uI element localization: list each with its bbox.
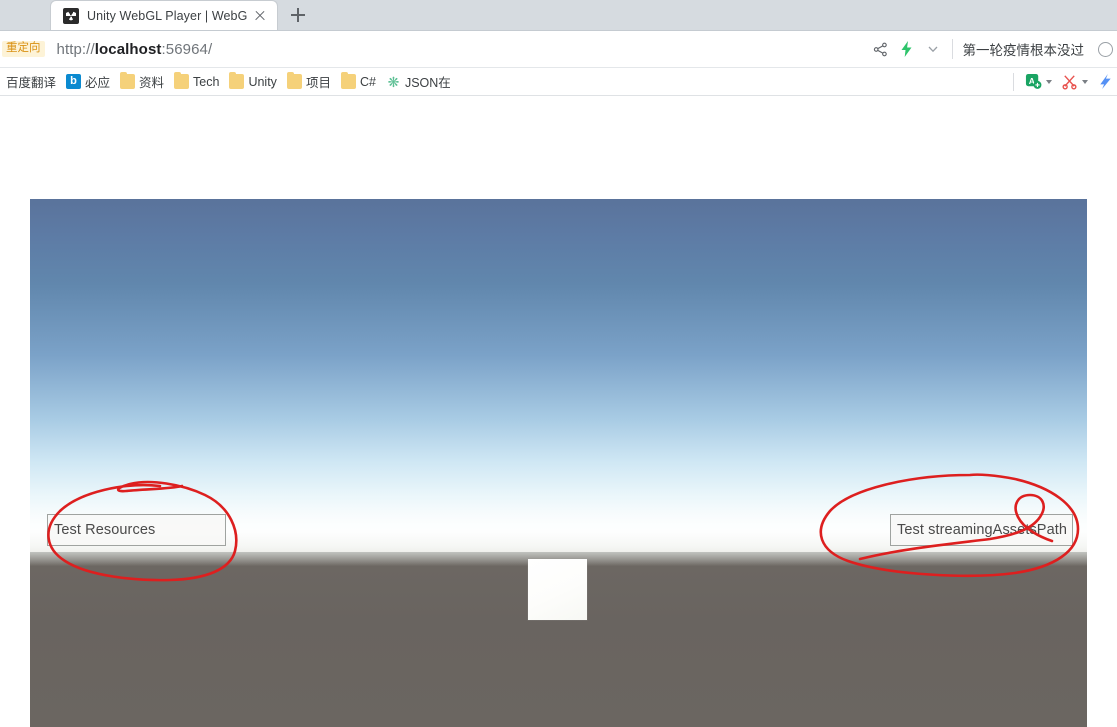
share-icon[interactable] [868, 36, 894, 62]
folder-icon [286, 71, 302, 89]
tabstrip-left-padding [0, 0, 50, 30]
omnibar-right-group: 第一轮疫情根本没过 [868, 31, 1117, 67]
extensions-divider [1013, 72, 1014, 91]
omnibar-note[interactable]: 第一轮疫情根本没过 [963, 39, 1085, 59]
screenshot-extension-caret-icon[interactable] [1082, 79, 1088, 84]
tab-strip: Unity WebGL Player | WebGL_ [0, 0, 1117, 31]
bookmark-label: 资料 [139, 76, 165, 90]
bookmark-label: C# [359, 74, 376, 89]
url-scheme: http:// [56, 40, 95, 58]
json-extension-icon: ❋ [387, 73, 400, 90]
white-cube [528, 559, 587, 620]
test-streaming-assets-path-button[interactable]: Test streamingAssetsPath [890, 514, 1073, 546]
bookmark-label: 必应 [85, 76, 111, 90]
bookmark-label: Unity [248, 74, 277, 89]
partial-extension-icon[interactable] [1094, 71, 1116, 93]
folder-icon [229, 71, 245, 89]
browser-window: Unity WebGL Player | WebGL_ 重定向 http://l… [0, 0, 1117, 727]
translate-extension-icon[interactable]: A [1022, 71, 1044, 93]
extensions-group: A [1005, 71, 1117, 93]
chevron-down-icon[interactable] [920, 36, 946, 62]
folder-icon [340, 71, 356, 89]
bookmark-folder-xiangmu[interactable]: 项目 [282, 71, 336, 93]
omnibar-divider [951, 39, 953, 59]
redirect-badge: 重定向 [2, 40, 45, 58]
folder-icon [120, 71, 136, 89]
url-host: localhost [94, 40, 162, 58]
close-icon[interactable] [251, 7, 269, 25]
test-resources-button[interactable]: Test Resources [47, 514, 226, 546]
url-rest: :56964/ [161, 40, 213, 58]
bookmarks-bar: 百度翻译 b 必应 资料 Tech Unity 项目 C# ❋ JSON在 A [0, 68, 1117, 96]
folder-icon [174, 71, 190, 89]
browser-tab[interactable]: Unity WebGL Player | WebGL_ [50, 0, 278, 30]
bing-icon: b [66, 74, 82, 89]
lightning-icon[interactable] [894, 36, 920, 62]
bookmark-label: 项目 [305, 76, 331, 90]
page-content: Test Resources Test streamingAssetsPath [0, 98, 1117, 727]
tab-title: Unity WebGL Player | WebGL_ [87, 8, 247, 23]
unity-webgl-canvas[interactable]: Test Resources Test streamingAssetsPath [30, 199, 1087, 727]
bookmark-folder-csharp[interactable]: C# [336, 71, 381, 93]
bookmark-folder-tech[interactable]: Tech [169, 71, 224, 93]
bookmark-baidu-translate[interactable]: 百度翻译 [1, 71, 61, 93]
bookmark-label: JSON在 [404, 76, 451, 90]
bookmark-label: Tech [193, 74, 220, 89]
bookmark-bing[interactable]: b 必应 [61, 71, 115, 93]
translate-extension-caret-icon[interactable] [1046, 79, 1052, 84]
address-bar[interactable]: 重定向 http://localhost:56964/ 第一轮疫情根本没过 [0, 31, 1117, 68]
unity-logo-icon [63, 7, 79, 24]
bookmark-label: 百度翻译 [6, 76, 57, 90]
bookmark-json[interactable]: ❋ JSON在 [381, 71, 456, 93]
screenshot-scissors-icon[interactable] [1058, 71, 1080, 93]
bookmark-folder-unity[interactable]: Unity [224, 71, 281, 93]
url-text: http://localhost:56964/ [57, 41, 213, 58]
bookmark-folder-ziliao[interactable]: 资料 [115, 71, 169, 93]
search-icon[interactable] [1098, 41, 1113, 57]
plus-icon[interactable] [284, 1, 312, 29]
